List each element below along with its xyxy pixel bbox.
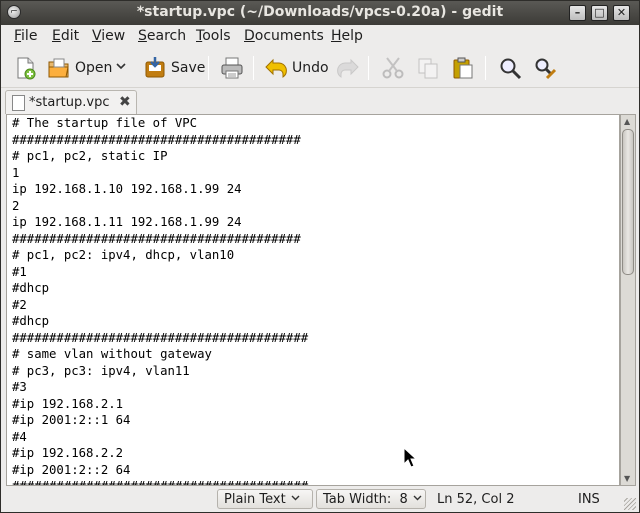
text-document-icon <box>12 95 25 111</box>
search-icon <box>498 56 522 80</box>
tab-width-selector[interactable]: Tab Width: 8 <box>316 489 426 509</box>
language-label: Plain Text <box>224 491 286 507</box>
toolbar-separator <box>485 56 486 80</box>
save-label: Save <box>171 60 206 76</box>
cut-button[interactable] <box>381 52 405 84</box>
replace-icon <box>533 56 557 80</box>
menu-tools[interactable]: Tools <box>196 28 231 44</box>
print-icon <box>220 56 244 80</box>
vertical-scrollbar[interactable]: ▲ ▼ <box>620 114 636 486</box>
scrollbar-thumb[interactable] <box>622 129 634 275</box>
menu-view[interactable]: View <box>92 28 125 44</box>
text-cursor-pointer-icon <box>403 446 418 473</box>
scroll-down-icon[interactable]: ▼ <box>624 474 630 483</box>
new-button[interactable] <box>13 52 37 84</box>
find-button[interactable] <box>498 52 522 84</box>
toolbar-separator <box>253 56 254 80</box>
tab-width-label: Tab Width: 8 <box>323 491 408 507</box>
toolbar-separator <box>208 56 209 80</box>
chevron-down-icon <box>291 493 300 505</box>
toolbar: Open Save Undo <box>1 48 639 88</box>
scroll-up-icon[interactable]: ▲ <box>624 117 630 126</box>
close-window-button[interactable]: ✕ <box>613 5 630 21</box>
status-bar: Plain Text Tab Width: 8 Ln 52, Col 2 INS <box>1 486 639 512</box>
window-title: *startup.vpc (~/Downloads/vpcs-0.20a) - … <box>136 4 504 20</box>
cut-icon <box>381 56 405 80</box>
document-tab-bar: *startup.vpc ✖ <box>1 89 639 114</box>
menu-help[interactable]: Help <box>331 28 363 44</box>
gedit-window: ⌐ *startup.vpc (~/Downloads/vpcs-0.20a) … <box>0 0 640 513</box>
menu-file[interactable]: File <box>14 28 37 44</box>
undo-icon <box>264 56 288 80</box>
undo-button[interactable]: Undo <box>264 52 329 84</box>
dropdown-icon <box>115 60 127 76</box>
save-icon <box>143 56 167 80</box>
menu-bar: File Edit View Search Tools Documents He… <box>1 25 639 47</box>
menu-search[interactable]: Search <box>138 28 186 44</box>
tab-startup-vpc[interactable]: *startup.vpc ✖ <box>5 90 137 114</box>
resize-grip[interactable] <box>624 498 636 510</box>
open-folder-icon <box>47 56 71 80</box>
redo-button[interactable] <box>336 52 360 84</box>
menu-documents[interactable]: Documents <box>244 28 324 44</box>
editor-content[interactable]: # The startup file of VPC ##############… <box>7 115 619 485</box>
copy-icon <box>416 56 440 80</box>
replace-button[interactable] <box>533 52 557 84</box>
tab-label: *startup.vpc <box>29 95 110 110</box>
paste-button[interactable] <box>451 52 475 84</box>
print-button[interactable] <box>220 52 244 84</box>
maximize-button[interactable]: □ <box>591 5 608 21</box>
copy-button[interactable] <box>416 52 440 84</box>
undo-label: Undo <box>292 60 329 76</box>
insert-mode-indicator: INS <box>578 491 600 507</box>
text-editor[interactable]: # The startup file of VPC ##############… <box>6 114 620 486</box>
open-button[interactable]: Open <box>47 52 112 84</box>
menu-edit[interactable]: Edit <box>52 28 79 44</box>
toolbar-separator <box>368 56 369 80</box>
open-recent-dropdown[interactable] <box>115 52 127 84</box>
paste-icon <box>451 56 475 80</box>
minimize-button[interactable]: – <box>569 5 586 21</box>
new-document-icon <box>13 56 37 80</box>
tab-close-icon[interactable]: ✖ <box>119 94 131 110</box>
chevron-down-icon <box>413 493 422 505</box>
redo-icon <box>336 56 360 80</box>
open-label: Open <box>75 60 113 76</box>
cursor-position: Ln 52, Col 2 <box>437 491 515 507</box>
title-bar[interactable]: ⌐ *startup.vpc (~/Downloads/vpcs-0.20a) … <box>1 1 639 25</box>
language-selector[interactable]: Plain Text <box>217 489 313 509</box>
save-button[interactable]: Save <box>143 52 205 84</box>
